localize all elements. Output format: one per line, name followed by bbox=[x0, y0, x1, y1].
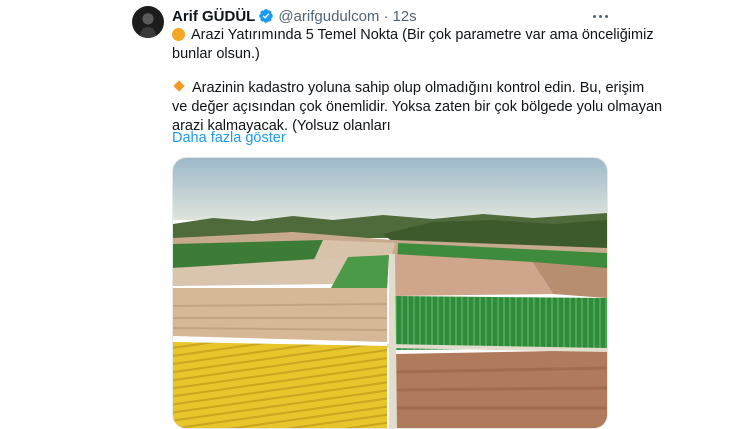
tweet-line-text: bunlar olsun.) bbox=[172, 46, 260, 62]
tweet-line: Arazi Yatırımında 5 Temel Nokta (Bir çok… bbox=[172, 26, 654, 45]
verified-badge-icon bbox=[259, 9, 274, 23]
tweet-header: Arif GÜDÜL @arifgudulcom · 12s bbox=[172, 6, 417, 26]
separator-dot: · bbox=[383, 7, 389, 25]
more-options-icon[interactable] bbox=[588, 6, 612, 26]
farmland-photo bbox=[173, 158, 607, 428]
orange-circle-icon bbox=[172, 28, 185, 41]
avatar[interactable] bbox=[132, 6, 164, 38]
author-name[interactable]: Arif GÜDÜL bbox=[172, 8, 255, 25]
tweet-line-text: Arazi Yatırımında 5 Temel Nokta (Bir çok… bbox=[191, 27, 654, 43]
author-handle[interactable]: @arifgudulcom bbox=[278, 8, 379, 25]
tweet[interactable]: Arif GÜDÜL @arifgudulcom · 12s Arazi Yat… bbox=[0, 0, 730, 429]
tweet-line: ve değer açısından çok önemlidir. Yoksa … bbox=[172, 98, 662, 117]
tweet-line: Arazinin kadastro yoluna sahip olup olma… bbox=[172, 79, 644, 98]
tweet-text: Arazi Yatırımında 5 Temel Nokta (Bir çok… bbox=[172, 26, 662, 136]
orange-diamond-icon bbox=[173, 80, 185, 92]
tweet-line: bunlar olsun.) bbox=[172, 45, 622, 64]
tweet-line-text: ve değer açısından çok önemlidir. Yoksa … bbox=[172, 99, 663, 115]
show-more-link[interactable]: Daha fazla göster bbox=[172, 130, 286, 146]
timestamp[interactable]: 12s bbox=[392, 8, 416, 25]
tweet-media-image[interactable] bbox=[172, 157, 608, 429]
tweet-line-text: Arazinin kadastro yoluna sahip olup olma… bbox=[192, 80, 645, 96]
